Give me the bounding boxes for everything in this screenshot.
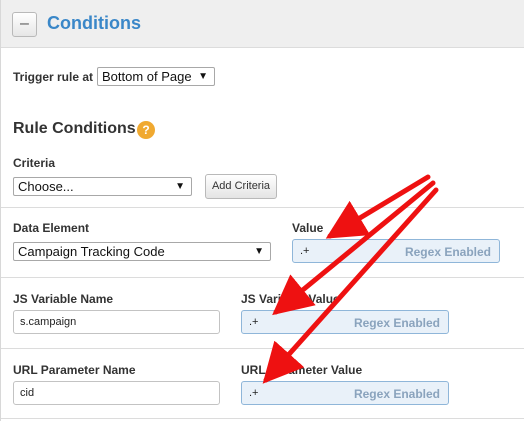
trigger-rule-label: Trigger rule at — [13, 70, 94, 84]
url-parameter-name-label: URL Parameter Name — [13, 363, 136, 377]
conditions-header: – Conditions — [1, 0, 524, 48]
add-criteria-button[interactable]: Add Criteria — [205, 174, 277, 199]
js-variable-value-label: JS Variable Value — [241, 292, 340, 306]
divider — [1, 348, 524, 349]
data-element-selected: Campaign Tracking Code — [18, 244, 165, 259]
divider — [1, 207, 524, 208]
criteria-select[interactable]: Choose... ▼ — [13, 177, 192, 196]
trigger-rule-selected: Bottom of Page — [102, 69, 192, 84]
collapse-button[interactable]: – — [12, 12, 37, 37]
dropdown-arrow-icon: ▼ — [175, 181, 185, 192]
js-variable-name-input[interactable]: s.campaign — [13, 310, 220, 334]
trigger-rule-select[interactable]: Bottom of Page ▼ — [97, 67, 215, 86]
criteria-label: Criteria — [13, 156, 56, 170]
dropdown-arrow-icon: ▼ — [198, 71, 208, 82]
data-element-value: .+ — [300, 245, 310, 257]
conditions-panel: – Conditions Trigger rule at Bottom of P… — [0, 0, 524, 421]
data-element-label: Data Element — [13, 221, 90, 235]
regex-enabled-label[interactable]: Regex Enabled — [354, 387, 440, 401]
js-variable-value: .+ — [249, 316, 259, 328]
divider — [1, 277, 524, 278]
data-element-select[interactable]: Campaign Tracking Code ▼ — [13, 242, 271, 261]
url-parameter-name-input[interactable]: cid — [13, 381, 220, 405]
regex-enabled-label[interactable]: Regex Enabled — [405, 245, 491, 259]
help-icon[interactable]: ? — [137, 121, 155, 139]
js-variable-name-label: JS Variable Name — [13, 292, 114, 306]
url-parameter-value-input[interactable]: .+ Regex Enabled — [241, 381, 449, 405]
value-label: Value — [292, 221, 324, 235]
rule-conditions-title: Rule Conditions — [13, 120, 136, 137]
url-parameter-value-label: URL Parameter Value — [241, 363, 363, 377]
js-variable-value-input[interactable]: .+ Regex Enabled — [241, 310, 449, 334]
section-header-title: Conditions — [47, 13, 141, 33]
dropdown-arrow-icon: ▼ — [254, 246, 264, 257]
url-parameter-value: .+ — [249, 387, 259, 399]
regex-enabled-label[interactable]: Regex Enabled — [354, 316, 440, 330]
divider — [1, 418, 524, 419]
data-element-value-input[interactable]: .+ Regex Enabled — [292, 239, 500, 263]
criteria-selected: Choose... — [18, 179, 74, 194]
